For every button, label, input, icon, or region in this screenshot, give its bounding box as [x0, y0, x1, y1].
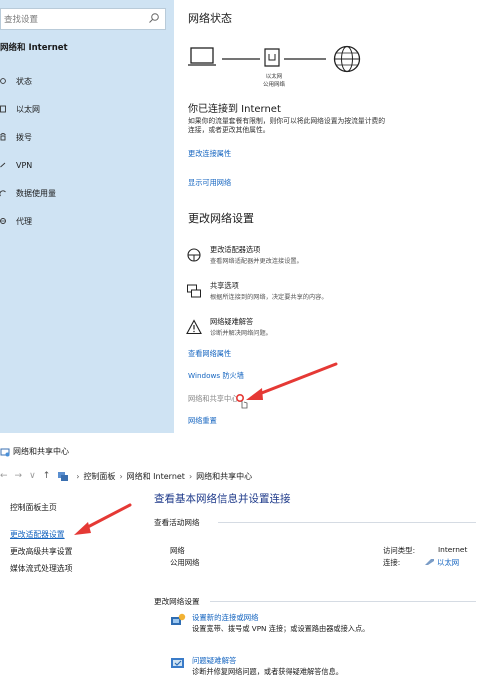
dialup-icon	[0, 131, 10, 143]
change-settings-label: 更改网络设置	[154, 597, 200, 606]
network-sharing-center-link[interactable]: 网络和共享中心	[188, 394, 238, 404]
advanced-sharing-settings-link[interactable]: 更改高级共享设置	[10, 546, 72, 557]
diagram-label-network-type: 公用网络	[262, 82, 285, 88]
troubleshoot-icon	[171, 658, 184, 668]
sidebar-item-label: 数据使用量	[16, 188, 56, 198]
connection-status-title: 你已连接到 Internet	[188, 104, 281, 115]
sharing-center-icon	[0, 448, 10, 456]
settings-main: 网络状态 以太网 公用网络 你已连接到 Internet 如果你的流量套餐有限制…	[174, 0, 484, 433]
sharing-icon	[187, 284, 201, 298]
sidebar-item-data-usage[interactable]: 数据使用量	[0, 185, 170, 201]
settings-sidebar: 查找设置 网络和 Internet 状态 以太网 拨号 VPN 数据使用量 代理	[0, 0, 174, 433]
change-adapter-settings-link[interactable]: 更改适配器设置	[10, 529, 65, 540]
sidebar-item-label: VPN	[16, 160, 33, 170]
windows-firewall-link[interactable]: Windows 防火墙	[188, 371, 244, 381]
change-network-settings-heading: 更改网络设置	[188, 212, 254, 225]
control-panel-home-link[interactable]: 控制面板主页	[10, 502, 57, 513]
option-title: 共享选项	[210, 281, 239, 290]
globe-icon	[333, 45, 361, 73]
search-placeholder: 查找设置	[4, 15, 39, 25]
option-desc: 诊断并解决网络问题。	[210, 330, 272, 337]
sharing-options-item[interactable]: 共享选项 根据所连接到的网络，决定要共享的内容。	[186, 281, 466, 311]
sidebar-item-proxy[interactable]: 代理	[0, 213, 170, 229]
sidebar-item-dialup[interactable]: 拨号	[0, 129, 170, 145]
vpn-icon	[0, 159, 10, 171]
settings-window: 查找设置 网络和 Internet 状态 以太网 拨号 VPN 数据使用量 代理	[0, 0, 484, 433]
network-name: 网络	[170, 546, 185, 555]
task-desc: 诊断并修复网络问题，或者获得疑难解答信息。	[192, 667, 343, 676]
task-title-link[interactable]: 问题疑难解答	[192, 655, 236, 666]
ethernet-port-icon	[264, 48, 280, 67]
sidebar-item-status[interactable]: 状态	[0, 73, 170, 89]
back-icon[interactable]: ←	[0, 471, 8, 481]
task-desc: 设置宽带、拨号或 VPN 连接；或设置路由器或接入点。	[192, 624, 370, 633]
search-icon	[149, 13, 159, 23]
sidebar-item-ethernet[interactable]: 以太网	[0, 101, 170, 117]
sidebar-item-vpn[interactable]: VPN	[0, 157, 170, 173]
troubleshoot-problems-task[interactable]: 问题疑难解答 诊断并修复网络问题，或者获得疑难解答信息。	[170, 655, 470, 681]
connections-label: 连接:	[383, 558, 401, 567]
section-divider	[218, 522, 476, 523]
media-streaming-options-link[interactable]: 媒体流式处理选项	[10, 563, 72, 574]
page-title: 网络状态	[188, 12, 232, 25]
proxy-icon	[0, 215, 10, 227]
sidebar-item-label: 以太网	[16, 104, 40, 114]
network-troubleshooter-item[interactable]: 网络疑难解答 诊断并解决网络问题。	[186, 317, 466, 347]
ethernet-icon	[0, 103, 10, 115]
annotation-arrow-icon	[246, 362, 338, 400]
task-title-link[interactable]: 设置新的连接或网络	[192, 612, 259, 623]
control-panel-window: 网络和共享中心 ← → ∨ ↑ › 控制面板 › 网络和 Internet › …	[0, 446, 484, 687]
network-type: 公用网络	[170, 558, 200, 567]
search-input[interactable]: 查找设置	[0, 8, 166, 30]
new-connection-icon	[171, 613, 186, 625]
section-divider	[210, 601, 476, 602]
connection-desc-line2: 连接，或者更改其他属性。	[188, 126, 270, 134]
setup-new-connection-task[interactable]: 设置新的连接或网络 设置宽带、拨号或 VPN 连接；或设置路由器或接入点。	[170, 612, 470, 638]
ethernet-icon	[425, 559, 434, 565]
control-panel-left-pane: 控制面板主页 更改适配器设置 更改高级共享设置 媒体流式处理选项	[10, 446, 150, 687]
change-connection-properties-link[interactable]: 更改连接属性	[188, 149, 231, 159]
adapter-options-item[interactable]: 更改适配器选项 查看网络适配器并更改连接设置。	[186, 245, 466, 275]
status-icon	[0, 75, 10, 87]
access-type-label: 访问类型:	[383, 546, 416, 555]
network-reset-link[interactable]: 网络重置	[188, 416, 217, 426]
ethernet-connection-link[interactable]: 以太网	[437, 557, 459, 568]
access-type-value: Internet	[438, 545, 468, 554]
option-desc: 查看网络适配器并更改连接设置。	[210, 258, 303, 265]
diagram-label-ethernet: 以太网	[265, 74, 283, 80]
data-usage-icon	[0, 187, 10, 199]
breadcrumb-item[interactable]: 网络和共享中心	[196, 471, 252, 482]
view-network-properties-link[interactable]: 查看网络属性	[188, 349, 231, 359]
active-networks-label: 查看活动网络	[154, 518, 200, 527]
sidebar-item-label: 状态	[16, 76, 32, 86]
sidebar-item-label: 代理	[16, 216, 32, 226]
sidebar-item-label: 拨号	[16, 132, 32, 142]
sidebar-heading: 网络和 Internet	[0, 43, 68, 53]
warning-icon	[186, 319, 202, 335]
option-title: 更改适配器选项	[210, 245, 261, 254]
show-available-networks-link[interactable]: 显示可用网络	[188, 178, 231, 188]
option-title: 网络疑难解答	[210, 317, 254, 326]
breadcrumb-chevron-icon: ›	[188, 471, 193, 481]
connection-desc-line1: 如果你的流量套餐有限制，则你可以将此网络设置为按流量计费的	[188, 117, 386, 125]
adapter-icon	[187, 248, 201, 262]
pc-icon	[188, 47, 216, 66]
option-desc: 根据所连接到的网络，决定要共享的内容。	[210, 294, 328, 301]
page-heading: 查看基本网络信息并设置连接	[154, 493, 291, 505]
